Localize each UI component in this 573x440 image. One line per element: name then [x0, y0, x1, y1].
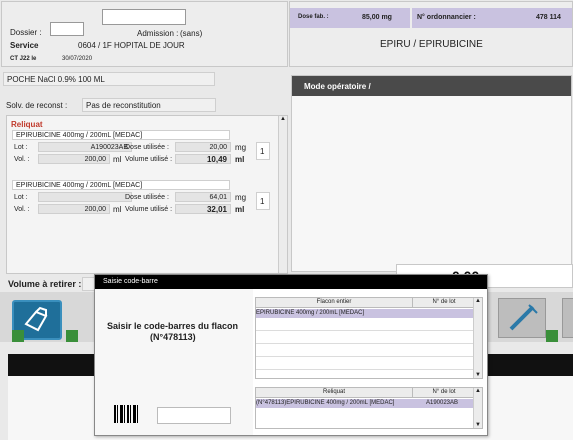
scroll-down-icon[interactable]: ▼: [475, 372, 481, 378]
item-name: EPIRUBICINE 400mg / 200mL [MEDAC]: [12, 180, 230, 190]
poche-field: POCHE NaCl 0.9% 100 ML: [3, 72, 215, 86]
dose-unit: mg: [235, 143, 247, 152]
barcode-icon: [114, 405, 138, 423]
table-empty-row: [256, 344, 474, 357]
volused-value: 10,49: [175, 154, 231, 164]
header-right: Dose fab. : 85,00 mg N° ordonnancier : 4…: [289, 1, 573, 67]
volused-label: Volume utilisé :: [125, 206, 173, 213]
reliquat-panel: Reliquat ▲ EPIRUBICINE 400mg / 200mL [ME…: [6, 115, 288, 274]
icon-strip-edge-button[interactable]: [562, 298, 573, 338]
ct-date: 30/07/2020: [62, 56, 93, 62]
table-empty-row: [256, 318, 474, 331]
col-reliquat: Reliquat: [256, 388, 412, 398]
admission-value: (sans): [180, 29, 203, 38]
mode-operatoire-panel: Mode opératoire /: [291, 75, 572, 272]
table1-scrollbar[interactable]: ▲ ▼: [473, 298, 482, 378]
barcode-prompt-line1: Saisir le code-barres du flacon: [107, 321, 239, 331]
row-name: EPIRUBICINE 400mg / 200mL [MEDAC]: [256, 310, 365, 316]
scroll-up-icon[interactable]: ▲: [475, 298, 481, 304]
table2-scrollbar[interactable]: ▲ ▼: [473, 388, 482, 428]
barcode-prompt-line2: (N°478113): [150, 332, 196, 342]
count-box: 1: [256, 192, 270, 210]
header-left: Dossier : Admission : (sans) Service 060…: [1, 1, 288, 67]
dose-unit: mg: [235, 193, 247, 202]
vol-label: Vol. :: [14, 156, 30, 163]
dose-value: 20,00: [175, 142, 231, 152]
scroll-down-icon[interactable]: ▼: [475, 422, 481, 428]
dose-fab-value: 85,00 mg: [362, 14, 392, 21]
count-box: 1: [256, 142, 270, 160]
mode-operatoire-title: Mode opératoire /: [304, 82, 371, 91]
row-name: (N°478113)EPIRUBICINE 400mg / 200mL [MED…: [256, 400, 395, 406]
vol-unit: ml: [113, 155, 122, 164]
syringe-button[interactable]: [498, 298, 546, 338]
syringe-icon: [509, 304, 538, 331]
service-value: 0604 / 1F HOPITAL DE JOUR: [78, 41, 185, 50]
ct-label: CT J22 le: [10, 56, 37, 62]
vol-label: Vol. :: [14, 206, 30, 213]
dossier-value-redacted: [50, 22, 84, 36]
vol-value: 200,00: [38, 154, 110, 164]
admission-label: Admission :: [137, 29, 179, 38]
reliquat-table: Reliquat N° de lot (N°478113)EPIRUBICINE…: [255, 387, 483, 429]
lot-value: [38, 192, 132, 202]
lot-label: Lot :: [14, 194, 28, 201]
flacon-entier-table: Flacon entier N° de lot EPIRUBICINE 400m…: [255, 297, 483, 379]
lot-label: Lot :: [14, 144, 28, 151]
reliquat-item-1: EPIRUBICINE 400mg / 200mL [MEDAC] Lot : …: [10, 128, 272, 170]
table-row[interactable]: (N°478113)EPIRUBICINE 400mg / 200mL [MED…: [256, 399, 474, 408]
table-row[interactable]: EPIRUBICINE 400mg / 200mL [MEDAC]: [256, 309, 474, 318]
dossier-label: Dossier :: [10, 28, 42, 37]
ordonnancier-label: N° ordonnancier :: [417, 14, 476, 21]
reliquat-scrollbar[interactable]: ▲: [278, 116, 287, 273]
scroll-up-icon[interactable]: ▲: [280, 116, 286, 122]
dialog-titlebar: Saisie code-barre: [95, 275, 487, 289]
barcode-dialog: Saisie code-barre Saisir le code-barres …: [94, 274, 488, 436]
volused-unit: ml: [235, 205, 245, 214]
scroll-up-icon[interactable]: ▲: [475, 388, 481, 394]
solv-field: Pas de reconstitution: [82, 98, 216, 112]
table-empty-row: [256, 357, 474, 370]
vol-value: 200,00: [38, 204, 110, 214]
status-square-3: [546, 330, 558, 342]
dose-label: Dose utilisée :: [125, 144, 169, 151]
solv-label: Solv. de reconst :: [6, 101, 68, 110]
item-name: EPIRUBICINE 400mg / 200mL [MEDAC]: [12, 130, 230, 140]
volume-retirer-label: Volume à retirer :: [8, 279, 82, 289]
reliquat-item-2: EPIRUBICINE 400mg / 200mL [MEDAC] Lot : …: [10, 178, 272, 220]
mode-operatoire-header: Mode opératoire /: [292, 76, 571, 96]
volused-label: Volume utilisé :: [125, 156, 173, 163]
volused-value: 32,01: [175, 204, 231, 214]
lot-value: A190023AB: [38, 142, 132, 152]
table-empty-row: [256, 331, 474, 344]
col-lot: N° de lot: [412, 298, 475, 308]
ordonnancier-value: 478 114: [536, 14, 561, 21]
drug-title: EPIRU / EPIRUBICINE: [380, 39, 483, 50]
col-flacon-entier: Flacon entier: [256, 298, 412, 308]
dialog-title: Saisie code-barre: [103, 278, 158, 285]
row-lot: A190023AB: [426, 400, 459, 406]
dose-value: 64,01: [175, 192, 231, 202]
barcode-input[interactable]: [157, 407, 231, 424]
vol-unit: ml: [113, 205, 122, 214]
col-lot: N° de lot: [412, 388, 475, 398]
status-square-1: [12, 330, 24, 342]
dose-fab-label: Dose fab. :: [298, 14, 329, 20]
patient-name-redacted: [102, 9, 186, 25]
dose-label: Dose utilisée :: [125, 194, 169, 201]
status-square-2: [66, 330, 78, 342]
volused-unit: ml: [235, 155, 245, 164]
service-label: Service: [10, 41, 39, 50]
